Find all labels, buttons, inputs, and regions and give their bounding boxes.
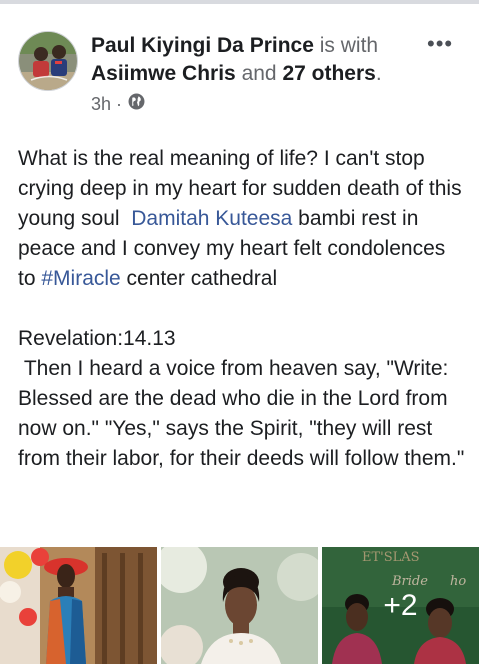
hashtag-link[interactable]: #Miracle (41, 267, 120, 290)
mention-link[interactable]: Damitah Kuteesa (131, 207, 292, 230)
others-link[interactable]: 27 others (282, 62, 375, 85)
photo-3[interactable]: ET'SLAS Bride ho +2 (322, 547, 479, 664)
top-divider (0, 0, 479, 4)
post-paragraph-2: Revelation:14.13 Then I heard a voice fr… (18, 327, 465, 470)
with-text: is with (319, 34, 379, 57)
post-header-line-1: Paul Kiyingi Da Prince is with (91, 32, 378, 59)
post-header-line-2: Asiimwe Chris and 27 others. (91, 60, 382, 87)
more-options-icon[interactable]: ••• (427, 33, 453, 55)
photo-gallery: ET'SLAS Bride ho +2 (0, 547, 479, 664)
photo-2[interactable] (161, 547, 318, 664)
globe-icon[interactable] (128, 93, 145, 115)
avatar[interactable] (18, 31, 78, 91)
author-name[interactable]: Paul Kiyingi Da Prince (91, 34, 314, 57)
post-meta: 3h · (91, 93, 145, 115)
more-photos-count[interactable]: +2 (322, 547, 479, 664)
and-text: and (241, 62, 277, 85)
header-period: . (375, 62, 382, 85)
meta-separator: · (116, 93, 123, 114)
post-time[interactable]: 3h (91, 94, 111, 115)
tagged-user[interactable]: Asiimwe Chris (91, 62, 236, 85)
avatar-photo (19, 32, 77, 90)
post-paragraph-1: What is the real meaning of life? I can'… (18, 144, 468, 294)
post-text: What is the real meaning of life? I can'… (18, 144, 468, 474)
photo-1[interactable] (0, 547, 157, 664)
post-text-part-3: center cathedral (120, 267, 278, 290)
